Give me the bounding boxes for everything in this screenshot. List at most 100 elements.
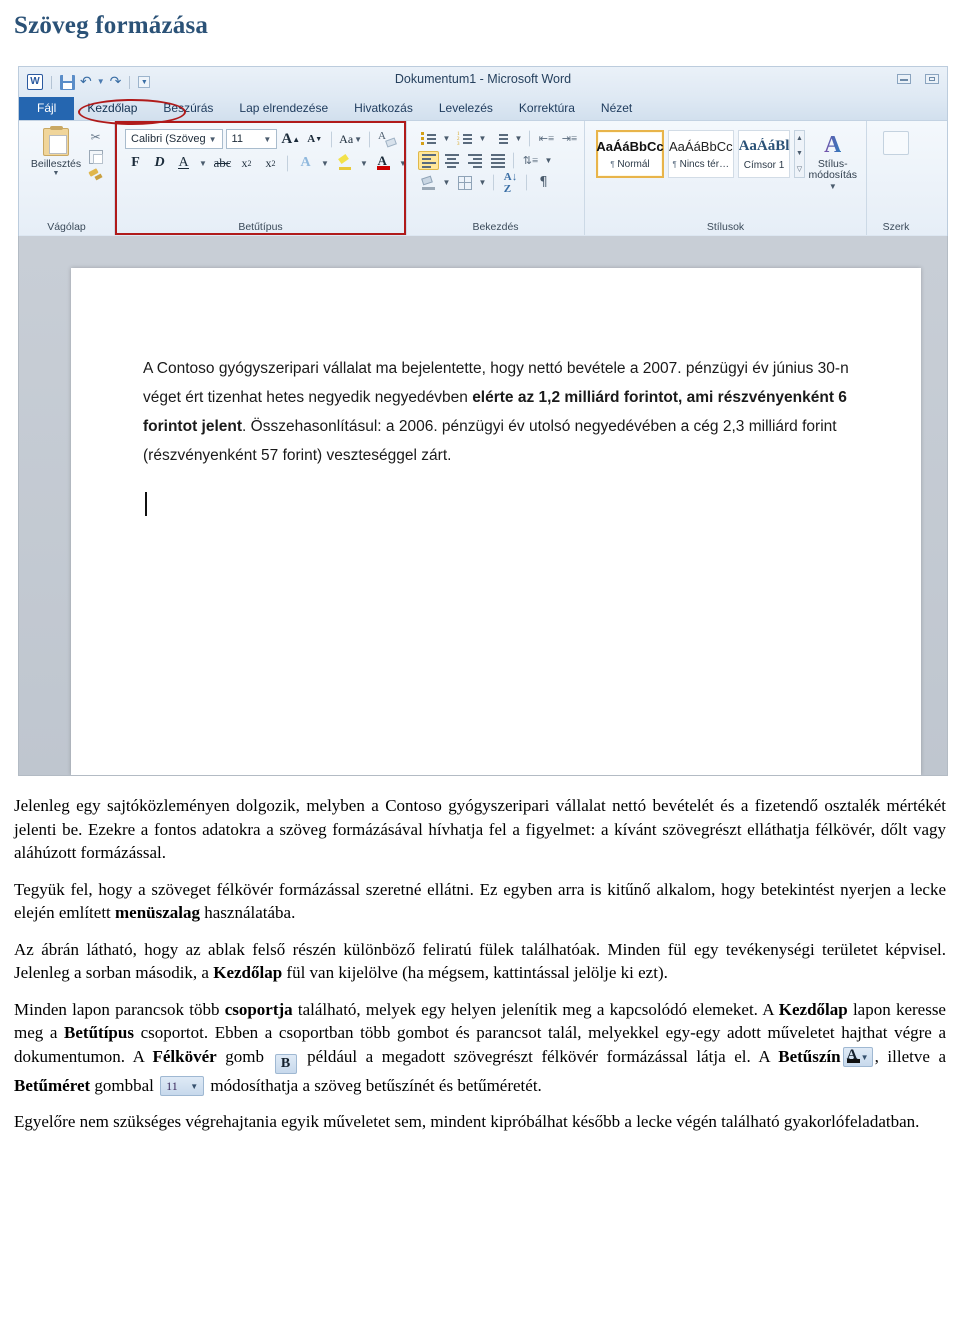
superscript-icon[interactable]: x2 [260,153,281,173]
styles-gallery-scrollbar[interactable]: ▲ ▼ ▽ [794,130,805,178]
paragraph-divider-2 [513,152,515,169]
change-styles-icon: A [824,132,842,158]
font-color-icon[interactable] [373,153,394,173]
align-right-icon[interactable] [464,151,485,170]
copy-icon[interactable] [89,150,103,164]
multilevel-list-icon[interactable] [490,129,511,148]
font-name-combo[interactable]: Calibri (Szöveg ▼ [125,129,223,149]
underline-icon[interactable]: A [173,153,194,173]
inline-font-size-dropdown-icon[interactable]: ▼ [190,1082,198,1091]
line-spacing-dropdown-icon[interactable]: ▼ [543,151,554,170]
justify-icon[interactable] [487,151,508,170]
ribbon-content: Beillesztés ▼ ✂ Vágólap Calibri (Szöveg … [19,120,947,235]
document-body-text[interactable]: A Contoso gyógyszeripari vállalat ma bej… [71,268,921,516]
paragraph-4-text-o: módosíthatja a szöveg betűszínét és betű… [206,1075,542,1095]
tab-lap-elrendezese[interactable]: Lap elrendezése [226,98,341,120]
strikethrough-icon[interactable]: abc [212,153,233,173]
change-styles-label: Stílus-módosítás ▼ [808,158,857,192]
document-page[interactable]: A Contoso gyógyszeripari vállalat ma bej… [71,268,921,775]
paragraph-4-bold-csoportja: csoportja [224,999,293,1019]
style-sample-heading1: AaÁáBl [738,137,790,154]
font-size-dropdown-icon[interactable]: ▼ [260,135,274,144]
shading-icon[interactable] [418,173,439,192]
numbering-dropdown-icon[interactable]: ▼ [477,129,488,148]
bold-icon[interactable]: F [125,153,146,173]
style-card-normal[interactable]: AaÁáBbCc ¶ Normál [596,130,664,178]
bullets-dropdown-icon[interactable]: ▼ [441,129,452,148]
paragraph-4-text-j: például a megadott szövegrészt félkövér … [298,1046,779,1066]
paragraph-4-text-l: , illetve a [874,1046,946,1066]
restore-icon[interactable] [925,74,939,84]
style-name-normal: ¶ Normál [610,158,650,170]
align-center-icon[interactable] [441,151,462,170]
decrease-indent-icon[interactable]: ⇤≡ [536,129,557,148]
inline-font-color-button-icon[interactable]: A ▼ [842,1046,873,1067]
tab-fajl[interactable]: Fájl [19,97,75,120]
paragraph-divider-4 [526,174,528,191]
subscript-icon[interactable]: x2 [236,153,257,173]
styles-more-icon[interactable]: ▽ [797,165,802,173]
paragraph-4-bold-betutipus: Betűtípus [64,1023,134,1042]
align-left-icon[interactable] [418,151,439,170]
underline-dropdown-icon[interactable]: ▼ [197,153,209,173]
change-case-icon[interactable]: Aa ▼ [339,129,363,149]
inline-font-size-value: 11 [166,1078,178,1093]
numbering-icon[interactable]: 123 [454,129,475,148]
clear-formatting-icon[interactable] [377,129,398,149]
inline-font-size-button-icon[interactable]: 11 ▼ [160,1075,205,1096]
tab-korrektura[interactable]: Korrektúra [506,98,588,120]
font-size-combo[interactable]: 11 ▼ [225,129,278,149]
style-name-no-spacing: ¶ Nincs tér… [672,158,730,170]
sort-icon[interactable]: A↓ Z [500,171,521,195]
change-styles-button[interactable]: A Stílus-módosítás ▼ [809,130,857,192]
style-sample-no-spacing: AaÁáBbCc [669,138,733,154]
paste-dropdown-icon[interactable]: ▼ [53,170,60,177]
paragraph-1-text: Jelenleg egy sajtóközleményen dolgozik, … [14,796,946,862]
paragraph-2: Tegyük fel, hogy a szöveget félkövér for… [14,878,946,925]
paragraph-4-bold-kezdolap: Kezdőlap [778,999,848,1019]
paragraph-4-bold-felkover: Félkövér [152,1046,217,1066]
ribbon-group-styles: AaÁáBbCc ¶ Normál AaÁáBbCc ¶ Nincs tér… … [585,121,867,235]
styles-scroll-down-icon[interactable]: ▼ [796,150,803,157]
multilevel-dropdown-icon[interactable]: ▼ [513,129,524,148]
cut-icon[interactable]: ✂ [87,129,104,145]
paragraph-3-bold-kezdolap: Kezdőlap [213,963,283,982]
borders-icon[interactable] [454,173,475,192]
italic-icon[interactable]: D [149,153,170,173]
grow-font-letter: A [281,130,293,147]
article-body: Jelenleg egy sajtóközleményen dolgozik, … [0,776,960,1134]
shrink-font-icon[interactable]: A ▼ [304,129,325,149]
borders-dropdown-icon[interactable]: ▼ [477,173,488,192]
word-screenshot-figure: W ↶ ▼ ↷ ▼ Dokumentum1 - Microsoft Word F… [12,66,948,776]
quick-access-toolbar: W ↶ ▼ ↷ ▼ Dokumentum1 - Microsoft Word [19,67,947,97]
tab-kezdolap[interactable]: Kezdőlap [74,98,150,120]
shading-dropdown-icon[interactable]: ▼ [441,173,452,192]
styles-scroll-up-icon[interactable]: ▲ [796,135,803,142]
bullets-icon[interactable] [418,129,439,148]
text-effects-icon[interactable]: A [295,153,316,173]
font-name-dropdown-icon[interactable]: ▼ [206,135,220,144]
text-effects-dropdown-icon[interactable]: ▼ [319,153,331,173]
tab-beszuras[interactable]: Beszúrás [150,98,226,120]
inline-font-color-dropdown-icon[interactable]: ▼ [861,1053,869,1062]
minimize-icon[interactable] [897,74,911,84]
style-card-no-spacing[interactable]: AaÁáBbCc ¶ Nincs tér… [668,130,734,178]
word-application-window: W ↶ ▼ ↷ ▼ Dokumentum1 - Microsoft Word F… [18,66,948,236]
styles-group-label: Stílusok [706,221,745,233]
paragraph-4-text-i: gomb [216,1046,273,1066]
paragraph-5-text: Egyelőre nem szükséges végrehajtania egy… [14,1112,920,1131]
grow-font-icon[interactable]: A ▲ [280,129,301,149]
find-button[interactable] [883,131,909,155]
text-highlight-color-icon[interactable] [334,153,355,173]
increase-indent-icon[interactable]: ⇥≡ [559,129,580,148]
tab-hivatkozas[interactable]: Hivatkozás [341,98,426,120]
style-card-heading1[interactable]: AaÁáBl Címsor 1 [737,130,791,178]
inline-bold-button-icon[interactable]: B [274,1053,297,1074]
paste-button[interactable]: Beillesztés ▼ [29,125,83,177]
show-formatting-marks-icon[interactable]: ¶ [533,173,554,192]
tab-levelezes[interactable]: Levelezés [426,98,506,120]
line-spacing-icon[interactable]: ⇅≡ [520,151,541,170]
format-painter-icon[interactable] [88,168,103,182]
highlight-dropdown-icon[interactable]: ▼ [358,153,370,173]
tab-nezet[interactable]: Nézet [588,98,645,120]
